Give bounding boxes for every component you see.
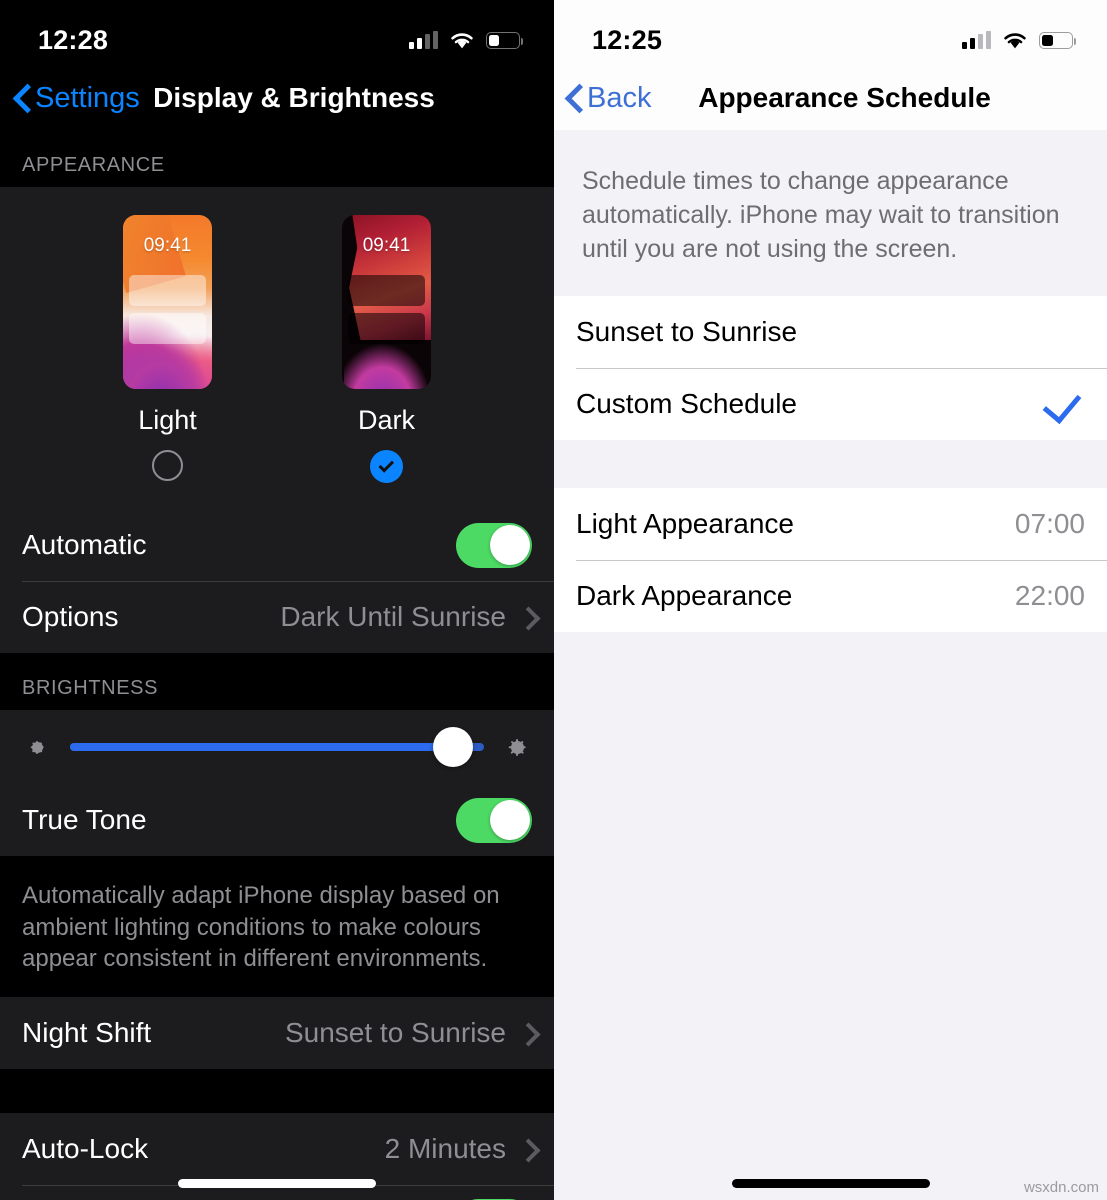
home-indicator-left <box>178 1179 376 1188</box>
row-label-automatic: Automatic <box>22 529 147 560</box>
row-automatic[interactable]: Automatic <box>0 509 554 581</box>
row-auto-lock[interactable]: Auto-Lock 2 Minutes <box>0 1113 554 1185</box>
back-button-label: Settings <box>35 81 140 114</box>
chevron-left-icon <box>14 85 29 111</box>
row-value-night-shift: Sunset to Sunrise <box>284 1017 506 1049</box>
brightness-group: True Tone <box>0 710 554 856</box>
status-indicators <box>409 31 523 50</box>
slider-knob[interactable] <box>433 727 474 767</box>
sun-high-icon <box>502 732 532 762</box>
appearance-selector-light[interactable] <box>152 450 183 481</box>
row-options[interactable]: Options Dark Until Sunrise <box>0 581 554 653</box>
schedule-description: Schedule times to change appearance auto… <box>554 130 1107 296</box>
light-wallpaper-thumbnail[interactable]: 09:41 <box>123 215 212 389</box>
status-time: 12:25 <box>592 24 663 55</box>
row-light-appearance[interactable]: Light Appearance 07:00 <box>554 488 1107 560</box>
row-dark-appearance[interactable]: Dark Appearance 22:00 <box>554 560 1107 632</box>
row-label-light-appearance: Light Appearance <box>576 508 794 539</box>
row-label-sunset-to-sunrise: Sunset to Sunrise <box>576 316 798 347</box>
status-bar-left: 12:28 <box>0 0 554 66</box>
back-button-label: Back <box>587 81 652 114</box>
row-value-auto-lock: 2 Minutes <box>384 1133 506 1165</box>
thumbnail-time: 09:41 <box>143 235 192 256</box>
row-value-dark-appearance[interactable]: 22:00 <box>1015 580 1085 612</box>
thumbnail-widgets <box>348 275 425 351</box>
true-tone-footnote: Automatically adapt iPhone display based… <box>0 856 554 998</box>
phone-screen-appearance-schedule: 12:25 Back Appearance Schedule Schedule … <box>554 0 1107 1200</box>
checkmark-icon <box>1042 383 1082 425</box>
row-value-options: Dark Until Sunrise <box>280 601 506 632</box>
wifi-icon <box>451 32 473 48</box>
appearance-label-light: Light <box>138 405 197 435</box>
row-brightness-slider[interactable] <box>0 710 554 784</box>
night-shift-group: Night Shift Sunset to Sunrise <box>0 997 554 1070</box>
watermark: wsxdn.com <box>1023 1179 1099 1196</box>
row-sunset-to-sunrise[interactable]: Sunset to Sunrise <box>554 296 1107 368</box>
chevron-right-icon <box>520 1139 532 1160</box>
appearance-picker: 09:41 Light 09:41 Dark <box>0 187 554 509</box>
chevron-right-icon <box>520 607 532 628</box>
battery-icon <box>1039 31 1076 49</box>
nav-bar-right: Back Appearance Schedule <box>554 66 1107 130</box>
row-value-light-appearance[interactable]: 07:00 <box>1015 508 1085 540</box>
radio-unchecked-icon[interactable] <box>152 450 183 481</box>
battery-icon <box>486 31 523 49</box>
back-button[interactable]: Back <box>554 82 651 115</box>
automatic-group: Automatic Options Dark Until Sunrise <box>0 509 554 653</box>
row-true-tone[interactable]: True Tone <box>0 784 554 856</box>
status-bar-right: 12:25 <box>554 0 1107 66</box>
appearance-label-dark: Dark <box>357 405 415 435</box>
chevron-left-icon <box>566 85 581 111</box>
cellular-bars-icon <box>962 31 991 49</box>
section-header-brightness: BRIGHTNESS <box>0 653 554 710</box>
cellular-bars-icon <box>409 31 438 49</box>
back-button-settings[interactable]: Settings <box>0 82 140 115</box>
row-night-shift[interactable]: Night Shift Sunset to Sunrise <box>0 997 554 1069</box>
brightness-slider[interactable] <box>70 727 484 767</box>
thumbnail-time: 09:41 <box>362 235 411 256</box>
section-header-appearance: APPEARANCE <box>0 130 554 187</box>
section-gap <box>0 1069 554 1114</box>
sun-low-icon <box>22 732 52 762</box>
wifi-icon <box>1004 32 1026 48</box>
appearance-selector-dark[interactable] <box>370 450 403 483</box>
row-label-options: Options <box>22 601 119 632</box>
thumbnail-widgets <box>129 275 206 351</box>
row-label-dark-appearance: Dark Appearance <box>576 580 793 611</box>
automatic-toggle[interactable] <box>456 522 532 568</box>
row-custom-schedule[interactable]: Custom Schedule <box>554 368 1107 440</box>
dark-wallpaper-thumbnail[interactable]: 09:41 <box>342 215 431 389</box>
dual-phone-screenshot: 12:28 Settings Display & Brightness APPE… <box>0 0 1107 1200</box>
row-label-night-shift: Night Shift <box>22 1017 152 1049</box>
home-indicator-right <box>731 1179 930 1188</box>
appearance-option-dark[interactable]: 09:41 Dark <box>342 215 431 483</box>
row-label-custom-schedule: Custom Schedule <box>576 388 798 419</box>
phone-screen-display-brightness: 12:28 Settings Display & Brightness APPE… <box>0 0 554 1200</box>
chevron-right-icon <box>520 1023 532 1044</box>
row-label-true-tone: True Tone <box>22 804 147 835</box>
nav-bar-left: Settings Display & Brightness <box>0 66 554 130</box>
section-gap <box>554 440 1107 488</box>
radio-checked-icon[interactable] <box>370 450 403 483</box>
schedule-times-group: Light Appearance 07:00 Dark Appearance 2… <box>554 488 1107 632</box>
status-time: 12:28 <box>38 24 109 55</box>
true-tone-toggle[interactable] <box>456 797 532 843</box>
schedule-options-group: Sunset to Sunrise Custom Schedule <box>554 296 1107 440</box>
appearance-option-light[interactable]: 09:41 Light <box>123 215 212 483</box>
status-indicators <box>962 31 1076 50</box>
row-label-auto-lock: Auto-Lock <box>22 1133 149 1165</box>
